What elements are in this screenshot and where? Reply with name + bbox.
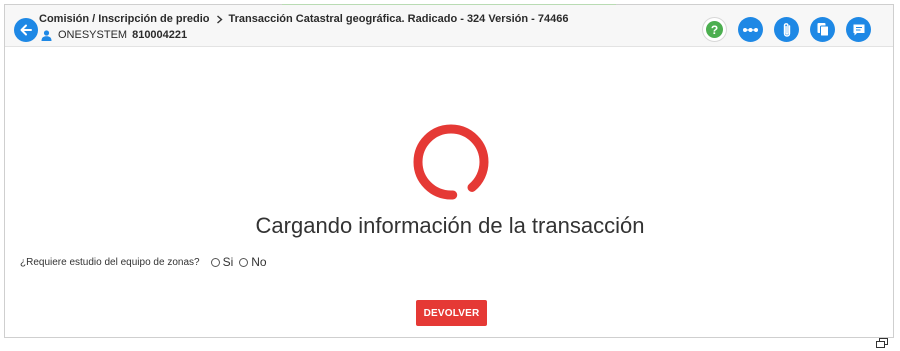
loading-spinner-icon — [413, 124, 489, 200]
radio-label-si: Si — [222, 255, 234, 269]
header-actions: ? — [702, 17, 871, 42]
radio-option-si[interactable]: Si — [210, 255, 234, 269]
documents-button[interactable] — [810, 17, 835, 42]
attachment-icon — [783, 22, 790, 37]
breadcrumb: Comisión / Inscripción de predio Transac… — [39, 13, 568, 25]
comments-button[interactable] — [846, 17, 871, 42]
loading-message: Cargando información de la transacción — [255, 213, 645, 238]
help-icon: ? — [706, 21, 723, 38]
radio-circle-icon — [210, 257, 220, 267]
zone-study-question: ¿Requiere estudio del equipo de zonas? S… — [20, 255, 267, 269]
radio-circle-icon — [239, 257, 249, 267]
zone-study-label: ¿Requiere estudio del equipo de zonas? — [20, 256, 200, 268]
chevron-right-icon — [216, 14, 223, 24]
radio-label-no: No — [251, 255, 267, 269]
more-horizontal-icon — [743, 27, 758, 32]
documents-icon — [817, 23, 829, 37]
breadcrumb-parent[interactable]: Comisión / Inscripción de predio — [39, 13, 210, 25]
more-options-button[interactable] — [738, 17, 763, 42]
restore-window-icon[interactable] — [876, 338, 888, 348]
user-info: ONESYSTEM 810004221 — [41, 29, 187, 41]
breadcrumb-current: Transacción Catastral geográfica. Radica… — [228, 13, 569, 25]
user-id: 810004221 — [132, 29, 188, 41]
arrow-left-icon — [20, 24, 32, 36]
help-button[interactable]: ? — [702, 17, 727, 42]
back-button[interactable] — [14, 18, 38, 42]
comments-icon — [853, 24, 864, 35]
radio-option-no[interactable]: No — [239, 255, 267, 269]
devolver-button[interactable]: DEVOLVER — [416, 300, 487, 326]
user-name: ONESYSTEM — [58, 29, 128, 41]
user-icon — [41, 29, 52, 41]
page-header: Comisión / Inscripción de predio Transac… — [5, 5, 893, 47]
attachments-button[interactable] — [774, 17, 799, 42]
